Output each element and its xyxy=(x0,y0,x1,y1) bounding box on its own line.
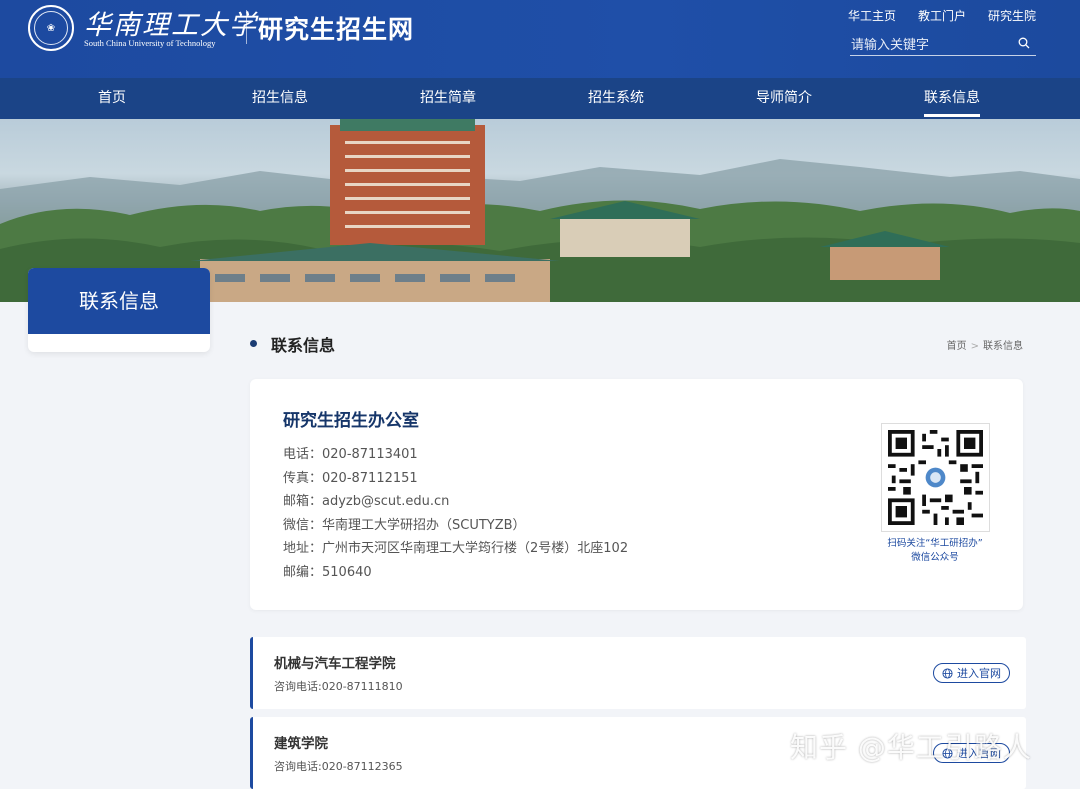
college-name: 建筑学院 xyxy=(274,736,328,752)
main-nav: 首页 招生信息 招生简章 招生系统 导师简介 联系信息 xyxy=(0,78,1080,119)
nav-item-contact[interactable]: 联系信息 xyxy=(924,78,980,119)
contact-fax: 传真：020-87112151 xyxy=(283,470,418,486)
university-name-en: South China University of Technology xyxy=(84,38,216,48)
qr-caption: 扫码关注“华工研招办” 微信公众号 xyxy=(872,537,998,565)
university-name-cn[interactable]: 华南理工大学 xyxy=(84,3,258,42)
breadcrumb: 首页 > 联系信息 xyxy=(947,337,1023,352)
sidebar-panel: 联系信息 xyxy=(28,268,210,352)
visit-website-label: 进入官网 xyxy=(957,667,1001,680)
top-link-staff-portal[interactable]: 教工门户 xyxy=(918,7,966,24)
contact-email[interactable]: 邮箱：adyzb@scut.edu.cn xyxy=(283,490,628,514)
contact-info-list: 电话：020-87113401 传真：020-87112151 邮箱：adyzb… xyxy=(283,443,628,584)
contact-card-title: 研究生招生办公室 xyxy=(283,411,419,431)
watermark-text: 知乎 @华工引路人 xyxy=(790,731,1032,764)
top-link-home[interactable]: 华工主页 xyxy=(848,7,896,24)
college-name: 机械与汽车工程学院 xyxy=(274,656,396,672)
site-title[interactable]: 研究生招生网 xyxy=(258,10,414,46)
college-phone: 咨询电话:020-87111810 xyxy=(274,680,403,693)
nav-item-admission-brochure[interactable]: 招生简章 xyxy=(420,78,476,119)
contact-postcode: 邮编：510640 xyxy=(283,564,372,580)
contact-card: 研究生招生办公室 电话：020-87113401 传真：020-87112151… xyxy=(250,379,1023,610)
section-title: 联系信息 xyxy=(271,336,336,355)
search-box xyxy=(850,34,1036,56)
contact-wechat: 微信：华南理工大学研招办（SCUTYZB） xyxy=(283,517,526,533)
college-phone: 咨询电话:020-87112365 xyxy=(274,760,403,773)
nav-item-home[interactable]: 首页 xyxy=(86,78,138,119)
section-bullet xyxy=(250,340,257,347)
breadcrumb-separator: > xyxy=(970,341,979,352)
breadcrumb-current: 联系信息 xyxy=(983,341,1023,352)
nav-item-supervisors[interactable]: 导师简介 xyxy=(756,78,812,119)
seal-emblem-icon: ❀ xyxy=(34,11,68,45)
site-header: ❀ 华南理工大学 South China University of Techn… xyxy=(0,0,1080,78)
qr-pattern xyxy=(888,430,983,525)
qr-caption-line2: 微信公众号 xyxy=(911,552,959,563)
globe-icon xyxy=(942,667,953,679)
top-links: 华工主页 教工门户 研究生院 xyxy=(848,7,1036,24)
search-input[interactable] xyxy=(850,35,1010,56)
sidebar-title[interactable]: 联系信息 xyxy=(28,268,210,334)
breadcrumb-home[interactable]: 首页 xyxy=(947,341,967,352)
contact-address: 地址：广州市天河区华南理工大学筠行楼（2号楼）北座102 xyxy=(283,541,629,556)
visit-website-button[interactable]: 进入官网 xyxy=(933,663,1010,683)
contact-phone: 电话：020-87113401 xyxy=(283,447,418,462)
qr-caption-line1: 扫码关注“华工研招办” xyxy=(887,538,983,549)
university-seal-logo[interactable]: ❀ xyxy=(28,5,74,51)
logo-divider xyxy=(246,10,247,44)
top-link-graduate-school[interactable]: 研究生院 xyxy=(988,7,1036,24)
nav-item-admission-info[interactable]: 招生信息 xyxy=(252,78,308,119)
search-icon[interactable] xyxy=(1018,37,1030,49)
wechat-qr-code-icon xyxy=(881,423,990,532)
college-row: 机械与汽车工程学院 咨询电话:020-87111810 进入官网 xyxy=(250,637,1026,709)
nav-item-admission-system[interactable]: 招生系统 xyxy=(588,78,644,119)
